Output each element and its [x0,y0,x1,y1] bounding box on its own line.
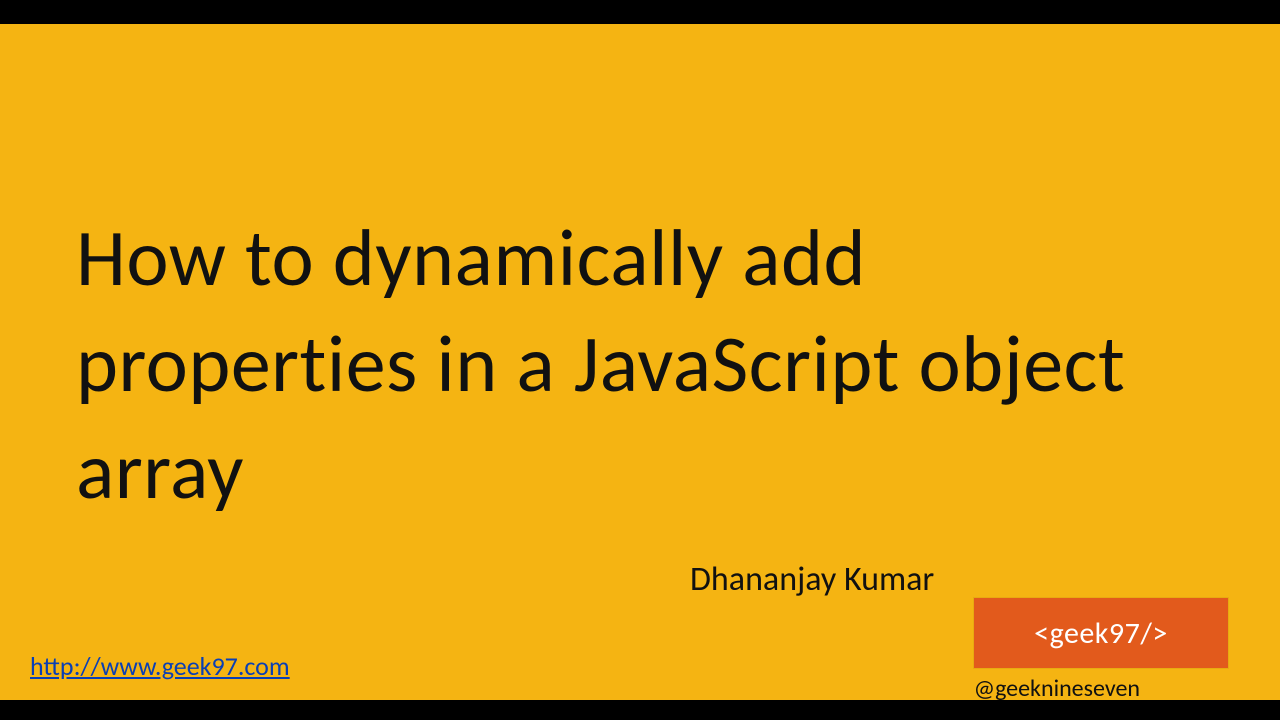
brand-tag-text: <geek97/> [1034,615,1168,652]
website-link[interactable]: http://www.geek97.com [30,650,290,682]
slide-title: How to dynamically add properties in a J… [76,206,1176,525]
video-frame: How to dynamically add properties in a J… [0,0,1280,720]
brand-badge: <geek97/> [974,598,1228,668]
author-name: Dhananjay Kumar [690,559,934,600]
letterbox-bottom [0,700,1280,720]
twitter-handle: @geeknineseven [974,674,1140,703]
letterbox-top [0,0,1280,24]
slide-canvas: How to dynamically add properties in a J… [0,24,1280,700]
